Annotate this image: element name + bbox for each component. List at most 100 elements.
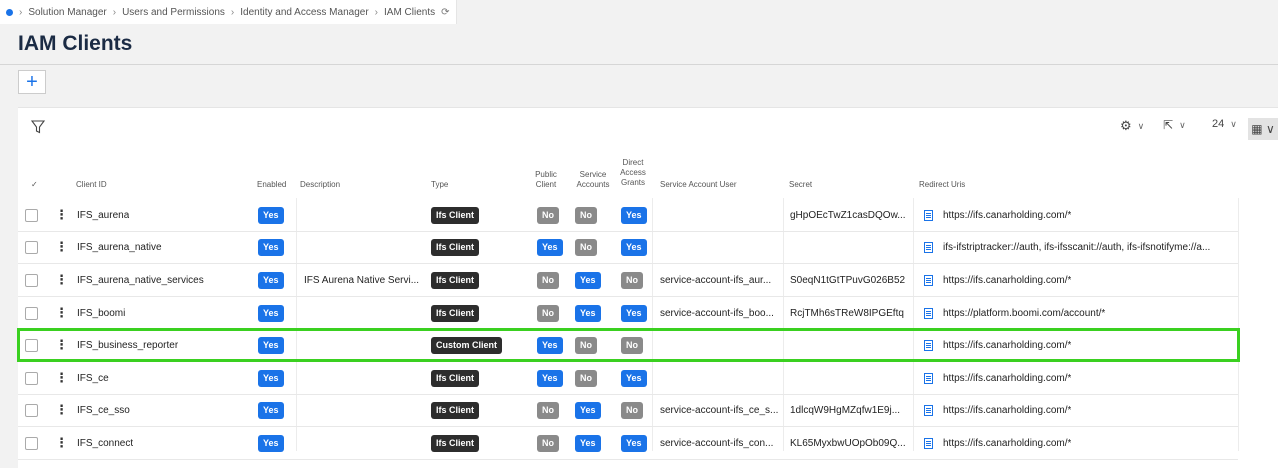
table-cell: Ifs Client: [431, 362, 480, 394]
type-badge: Custom Client: [431, 336, 503, 354]
chevron-down-icon: ∨: [1137, 120, 1145, 131]
table-cell: Yes: [575, 394, 601, 426]
table-cell: [25, 264, 38, 296]
select-all-check-icon[interactable]: ✓: [31, 180, 38, 190]
public-client-badge: No: [537, 206, 559, 224]
chevron-right-icon: ›: [230, 6, 235, 18]
col-direct-access-grants[interactable]: Direct Access Grants: [618, 158, 648, 188]
view-mode-button[interactable]: ▦ ∨: [1248, 118, 1278, 140]
row-menu-icon[interactable]: ⋮: [55, 305, 68, 321]
table-row[interactable]: ⋮ IFS_connect Yes Ifs Client No Yes Yes service…: [18, 427, 1238, 460]
row-checkbox[interactable]: [25, 436, 38, 450]
row-menu-icon[interactable]: ⋮: [55, 370, 68, 386]
row-menu-icon[interactable]: ⋮: [55, 402, 68, 418]
type-badge: Ifs Client: [431, 401, 480, 419]
table-row[interactable]: ⋮ IFS_aurena_native_services Yes IFS Aurena…: [18, 264, 1238, 297]
direct-access-badge: No: [621, 336, 643, 354]
type-badge: Ifs Client: [431, 434, 480, 452]
description: IFS Aurena Native Servi...: [304, 274, 420, 286]
col-enabled[interactable]: Enabled: [257, 180, 286, 190]
table-cell: Yes: [621, 231, 647, 263]
chevron-down-icon: ∨: [1179, 119, 1186, 130]
home-dot-icon[interactable]: [6, 8, 13, 16]
table-cell: https://ifs.canarholding.com/*: [924, 199, 1071, 231]
table-cell: https://ifs.canarholding.com/*: [924, 329, 1071, 361]
table-cell: [25, 297, 38, 329]
table-row[interactable]: ⋮ IFS_ce_sso Yes Ifs Client No Yes No service-a…: [18, 394, 1238, 427]
table-cell: Ifs Client: [431, 264, 480, 296]
row-checkbox[interactable]: [25, 240, 38, 254]
table-cell: [25, 329, 38, 361]
row-checkbox[interactable]: [25, 371, 38, 385]
row-menu-icon[interactable]: ⋮: [55, 207, 68, 223]
breadcrumb-item-iam[interactable]: Identity and Access Manager: [240, 7, 368, 18]
table-row[interactable]: ⋮ IFS_business_reporter Yes Custom Client Ye…: [18, 329, 1238, 362]
row-menu-icon[interactable]: ⋮: [55, 337, 68, 353]
table-cell: ifs-ifstriptracker://auth, ifs-ifsscanit…: [924, 231, 1210, 263]
table-cell: No: [537, 394, 559, 426]
breadcrumb: › Solution Manager › Users and Permissio…: [0, 0, 457, 24]
row-menu-icon[interactable]: ⋮: [55, 272, 68, 288]
table-cell: [25, 394, 38, 426]
row-checkbox[interactable]: [25, 403, 38, 417]
direct-access-badge: No: [621, 271, 643, 289]
row-checkbox[interactable]: [25, 338, 38, 352]
row-menu-icon[interactable]: ⋮: [55, 435, 68, 451]
table-cell: IFS_boomi: [77, 297, 125, 329]
column-divider: [1238, 198, 1239, 451]
row-checkbox[interactable]: [25, 208, 38, 222]
col-service-accounts[interactable]: Service Accounts: [573, 170, 613, 190]
table-cell: Yes: [621, 362, 647, 394]
table-cell: No: [621, 329, 643, 361]
page-size-value: 24: [1212, 118, 1225, 130]
table-cell: 1dlcqW9HgMZqfw1E9j...: [790, 394, 900, 426]
row-checkbox[interactable]: [25, 273, 38, 287]
row-menu-icon[interactable]: ⋮: [55, 239, 68, 255]
service-accounts-badge: Yes: [575, 304, 601, 322]
breadcrumb-item-users-permissions[interactable]: Users and Permissions: [122, 7, 225, 18]
table-cell: service-account-ifs_ce_s...: [660, 394, 778, 426]
table-cell: Yes: [537, 362, 563, 394]
table-row[interactable]: ⋮ IFS_ce Yes Ifs Client Yes No Yes https://ifs.…: [18, 362, 1238, 395]
refresh-icon[interactable]: ⟳: [441, 7, 449, 18]
direct-access-badge: Yes: [621, 238, 647, 256]
table-cell: IFS_ce: [77, 362, 109, 394]
redirect-uris: https://ifs.canarholding.com/*: [943, 209, 1072, 221]
table-row[interactable]: ⋮ IFS_aurena_native Yes Ifs Client Yes No Yes i…: [18, 231, 1238, 264]
col-redirect-uris[interactable]: Redirect Uris: [919, 180, 965, 190]
table-cell: Yes: [537, 329, 563, 361]
client-id: IFS_aurena: [77, 209, 130, 221]
table-cell: IFS_business_reporter: [77, 329, 178, 361]
redirect-uris: https://ifs.canarholding.com/*: [943, 339, 1072, 351]
client-id: IFS_aurena_native: [77, 241, 162, 253]
public-client-badge: No: [537, 434, 559, 452]
row-checkbox[interactable]: [25, 306, 38, 320]
table-cell: Yes: [258, 427, 284, 459]
direct-access-badge: Yes: [621, 434, 647, 452]
client-id: IFS_ce_sso: [77, 404, 130, 416]
page-size-select[interactable]: 24 ∨: [1212, 118, 1237, 130]
col-public-client[interactable]: Public Client: [533, 170, 559, 190]
table-row[interactable]: ⋮ IFS_boomi Yes Ifs Client No Yes Yes service-a…: [18, 297, 1238, 330]
table-cell: IFS_aurena_native_services: [77, 264, 204, 296]
export-menu[interactable]: ⇱ ∨: [1163, 118, 1186, 132]
col-service-account-user[interactable]: Service Account User: [660, 180, 736, 190]
filter-icon[interactable]: [31, 120, 45, 134]
table-cell: https://ifs.canarholding.com/*: [924, 362, 1071, 394]
breadcrumb-item-solution-manager[interactable]: Solution Manager: [28, 7, 106, 18]
col-description[interactable]: Description: [300, 180, 340, 190]
direct-access-badge: Yes: [621, 369, 647, 387]
client-id: IFS_boomi: [77, 307, 126, 319]
col-type[interactable]: Type: [431, 180, 448, 190]
settings-menu[interactable]: ⚙ ∨: [1120, 118, 1144, 134]
service-accounts-badge: No: [575, 336, 597, 354]
chevron-down-icon: ∨: [1230, 118, 1237, 129]
col-secret[interactable]: Secret: [789, 180, 812, 190]
table-cell: [25, 199, 38, 231]
table-row[interactable]: ⋮ IFS_aurena Yes Ifs Client No No Yes gHpOEcTwZ…: [18, 199, 1238, 232]
col-client-id[interactable]: Client ID: [76, 180, 107, 190]
table-cell: No: [537, 264, 559, 296]
add-button[interactable]: +: [18, 70, 46, 94]
table-cell: Yes: [258, 264, 284, 296]
table-cell: No: [537, 199, 559, 231]
